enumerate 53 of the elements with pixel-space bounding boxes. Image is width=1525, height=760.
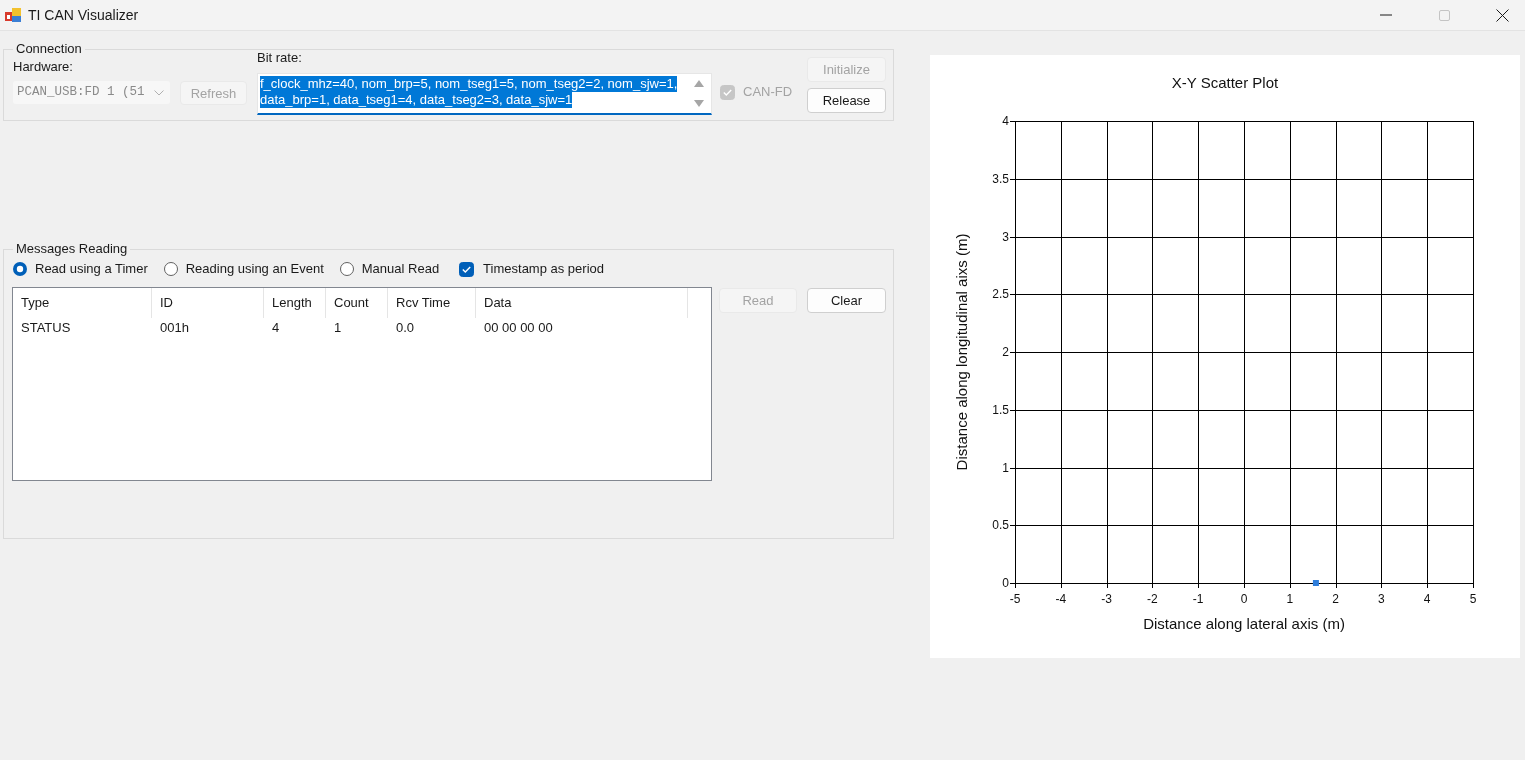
x-tick-label: 2 — [1332, 592, 1339, 606]
x-tick-label: 4 — [1423, 592, 1431, 606]
table-cell-text: 001h — [159, 319, 190, 338]
window-title: TI CAN Visualizer — [28, 5, 139, 25]
column-header[interactable]: Count — [326, 288, 388, 318]
column-header[interactable]: ID — [152, 288, 264, 318]
x-tick-label: -2 — [1147, 592, 1158, 606]
bit-rate-field[interactable]: f_clock_mhz=40, nom_brp=5, nom_tseg1=5, nom_tseg2=2, nom_sjw=1, data_brp=1, data_tseg1=4, data_tseg2=3, data_sjw=1 — [257, 73, 712, 115]
close-icon — [1495, 8, 1509, 22]
group-title: Messages Reading — [13, 241, 131, 257]
x-tick-label: 5 — [1469, 592, 1477, 606]
x-tick-label: 0 — [1240, 592, 1248, 606]
table-cell-text: 00 00 00 00 — [483, 319, 554, 338]
column-header[interactable]: Data — [476, 288, 688, 318]
clear-button[interactable]: Clear — [807, 288, 886, 313]
x-tick-label: -4 — [1055, 592, 1067, 606]
y-tick-label: 1 — [1002, 460, 1009, 475]
y-tick-label: 3.5 — [992, 171, 1009, 186]
column-header[interactable]: Rcv Time — [388, 288, 476, 318]
app-icon — [5, 7, 21, 23]
maximize-icon — [1438, 9, 1450, 21]
x-tick-label: -1 — [1192, 592, 1204, 606]
y-tick-label: 0.5 — [992, 518, 1009, 533]
minimize-icon — [1380, 14, 1392, 16]
y-tick-label: 4 — [1002, 114, 1009, 128]
chevron-down-icon — [154, 89, 164, 96]
column-header[interactable]: Type — [13, 288, 152, 318]
chart-title: X-Y Scatter Plot — [1171, 74, 1279, 91]
scroll-down-arrow-icon[interactable] — [694, 100, 704, 107]
table-cell-text: 1 — [333, 319, 343, 338]
y-tick-label: 0 — [1002, 576, 1009, 590]
scroll-up-arrow-icon[interactable] — [694, 80, 704, 87]
x-tick-label: 1 — [1286, 592, 1294, 606]
hardware-label: Hardware: — [13, 59, 74, 75]
x-tick-label: -5 — [1009, 592, 1021, 606]
x-tick-label: 3 — [1378, 592, 1385, 606]
table-cell-text: STATUS — [20, 319, 72, 338]
y-axis-label: Distance along longitudinal aixs (m) — [953, 233, 970, 471]
y-tick-label: 2.5 — [992, 287, 1009, 302]
release-button[interactable]: Release — [807, 88, 886, 113]
checkbox-option[interactable]: Timestamp as period — [459, 261, 604, 277]
radio-option[interactable]: Read using a Timer — [13, 261, 148, 277]
x-tick-label: -3 — [1101, 592, 1112, 606]
bit-rate-label: Bit rate: — [257, 50, 303, 66]
table-cell-text: 0.0 — [395, 319, 416, 338]
table-cell-text: 4 — [271, 319, 281, 338]
y-tick-label: 3 — [1002, 229, 1009, 244]
x-axis-label: Distance along lateral axis (m) — [1143, 615, 1345, 632]
radio-option[interactable]: Reading using an Event — [163, 261, 324, 277]
radio-option[interactable]: Manual Read — [339, 261, 440, 277]
column-header[interactable]: Length — [264, 288, 326, 318]
y-tick-label: 2 — [1002, 345, 1009, 359]
y-tick-label: 1.5 — [992, 402, 1009, 417]
